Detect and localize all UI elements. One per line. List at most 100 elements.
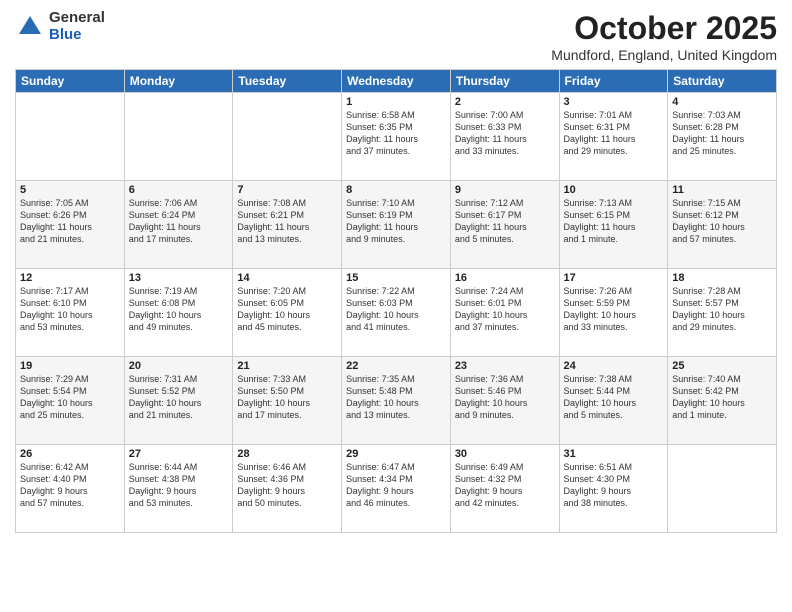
day-info: Sunrise: 7:03 AM Sunset: 6:28 PM Dayligh… bbox=[672, 109, 772, 158]
day-info: Sunrise: 7:05 AM Sunset: 6:26 PM Dayligh… bbox=[20, 197, 120, 246]
day-info: Sunrise: 6:44 AM Sunset: 4:38 PM Dayligh… bbox=[129, 461, 229, 510]
day-number: 22 bbox=[346, 360, 446, 372]
day-number: 26 bbox=[20, 448, 120, 460]
table-row: 9Sunrise: 7:12 AM Sunset: 6:17 PM Daylig… bbox=[450, 181, 559, 269]
day-number: 3 bbox=[564, 96, 664, 108]
col-saturday: Saturday bbox=[668, 70, 777, 93]
col-monday: Monday bbox=[124, 70, 233, 93]
table-row: 3Sunrise: 7:01 AM Sunset: 6:31 PM Daylig… bbox=[559, 93, 668, 181]
table-row: 26Sunrise: 6:42 AM Sunset: 4:40 PM Dayli… bbox=[16, 445, 125, 533]
table-row: 10Sunrise: 7:13 AM Sunset: 6:15 PM Dayli… bbox=[559, 181, 668, 269]
table-row: 13Sunrise: 7:19 AM Sunset: 6:08 PM Dayli… bbox=[124, 269, 233, 357]
day-number: 14 bbox=[237, 272, 337, 284]
table-row: 5Sunrise: 7:05 AM Sunset: 6:26 PM Daylig… bbox=[16, 181, 125, 269]
day-info: Sunrise: 7:13 AM Sunset: 6:15 PM Dayligh… bbox=[564, 197, 664, 246]
table-row: 21Sunrise: 7:33 AM Sunset: 5:50 PM Dayli… bbox=[233, 357, 342, 445]
day-number: 19 bbox=[20, 360, 120, 372]
day-info: Sunrise: 7:01 AM Sunset: 6:31 PM Dayligh… bbox=[564, 109, 664, 158]
col-tuesday: Tuesday bbox=[233, 70, 342, 93]
day-number: 12 bbox=[20, 272, 120, 284]
table-row: 19Sunrise: 7:29 AM Sunset: 5:54 PM Dayli… bbox=[16, 357, 125, 445]
day-info: Sunrise: 7:31 AM Sunset: 5:52 PM Dayligh… bbox=[129, 373, 229, 422]
day-number: 20 bbox=[129, 360, 229, 372]
calendar-week-row: 12Sunrise: 7:17 AM Sunset: 6:10 PM Dayli… bbox=[16, 269, 777, 357]
table-row: 1Sunrise: 6:58 AM Sunset: 6:35 PM Daylig… bbox=[342, 93, 451, 181]
day-info: Sunrise: 7:26 AM Sunset: 5:59 PM Dayligh… bbox=[564, 285, 664, 334]
header: General Blue October 2025 Mundford, Engl… bbox=[15, 10, 777, 63]
table-row: 15Sunrise: 7:22 AM Sunset: 6:03 PM Dayli… bbox=[342, 269, 451, 357]
day-number: 24 bbox=[564, 360, 664, 372]
day-info: Sunrise: 7:08 AM Sunset: 6:21 PM Dayligh… bbox=[237, 197, 337, 246]
day-number: 28 bbox=[237, 448, 337, 460]
table-row bbox=[16, 93, 125, 181]
title-area: October 2025 Mundford, England, United K… bbox=[551, 10, 777, 63]
table-row: 31Sunrise: 6:51 AM Sunset: 4:30 PM Dayli… bbox=[559, 445, 668, 533]
logo-blue-text: Blue bbox=[49, 27, 105, 44]
table-row: 6Sunrise: 7:06 AM Sunset: 6:24 PM Daylig… bbox=[124, 181, 233, 269]
day-number: 29 bbox=[346, 448, 446, 460]
day-info: Sunrise: 7:19 AM Sunset: 6:08 PM Dayligh… bbox=[129, 285, 229, 334]
table-row: 8Sunrise: 7:10 AM Sunset: 6:19 PM Daylig… bbox=[342, 181, 451, 269]
table-row: 2Sunrise: 7:00 AM Sunset: 6:33 PM Daylig… bbox=[450, 93, 559, 181]
day-number: 30 bbox=[455, 448, 555, 460]
day-number: 18 bbox=[672, 272, 772, 284]
day-number: 16 bbox=[455, 272, 555, 284]
day-number: 31 bbox=[564, 448, 664, 460]
col-wednesday: Wednesday bbox=[342, 70, 451, 93]
table-row: 18Sunrise: 7:28 AM Sunset: 5:57 PM Dayli… bbox=[668, 269, 777, 357]
day-info: Sunrise: 7:12 AM Sunset: 6:17 PM Dayligh… bbox=[455, 197, 555, 246]
day-number: 11 bbox=[672, 184, 772, 196]
calendar-header-row: Sunday Monday Tuesday Wednesday Thursday… bbox=[16, 70, 777, 93]
month-title: October 2025 bbox=[551, 10, 777, 47]
logo-icon bbox=[15, 12, 45, 42]
day-number: 13 bbox=[129, 272, 229, 284]
day-info: Sunrise: 7:40 AM Sunset: 5:42 PM Dayligh… bbox=[672, 373, 772, 422]
table-row: 20Sunrise: 7:31 AM Sunset: 5:52 PM Dayli… bbox=[124, 357, 233, 445]
day-number: 15 bbox=[346, 272, 446, 284]
day-info: Sunrise: 6:46 AM Sunset: 4:36 PM Dayligh… bbox=[237, 461, 337, 510]
table-row bbox=[668, 445, 777, 533]
day-number: 2 bbox=[455, 96, 555, 108]
table-row: 28Sunrise: 6:46 AM Sunset: 4:36 PM Dayli… bbox=[233, 445, 342, 533]
day-number: 1 bbox=[346, 96, 446, 108]
day-number: 5 bbox=[20, 184, 120, 196]
day-info: Sunrise: 7:22 AM Sunset: 6:03 PM Dayligh… bbox=[346, 285, 446, 334]
day-info: Sunrise: 7:28 AM Sunset: 5:57 PM Dayligh… bbox=[672, 285, 772, 334]
calendar-week-row: 26Sunrise: 6:42 AM Sunset: 4:40 PM Dayli… bbox=[16, 445, 777, 533]
table-row: 7Sunrise: 7:08 AM Sunset: 6:21 PM Daylig… bbox=[233, 181, 342, 269]
day-info: Sunrise: 7:29 AM Sunset: 5:54 PM Dayligh… bbox=[20, 373, 120, 422]
page: General Blue October 2025 Mundford, Engl… bbox=[0, 0, 792, 612]
calendar: Sunday Monday Tuesday Wednesday Thursday… bbox=[15, 69, 777, 533]
calendar-week-row: 19Sunrise: 7:29 AM Sunset: 5:54 PM Dayli… bbox=[16, 357, 777, 445]
table-row: 11Sunrise: 7:15 AM Sunset: 6:12 PM Dayli… bbox=[668, 181, 777, 269]
day-info: Sunrise: 6:49 AM Sunset: 4:32 PM Dayligh… bbox=[455, 461, 555, 510]
table-row: 29Sunrise: 6:47 AM Sunset: 4:34 PM Dayli… bbox=[342, 445, 451, 533]
table-row: 24Sunrise: 7:38 AM Sunset: 5:44 PM Dayli… bbox=[559, 357, 668, 445]
day-number: 17 bbox=[564, 272, 664, 284]
day-number: 6 bbox=[129, 184, 229, 196]
day-info: Sunrise: 7:35 AM Sunset: 5:48 PM Dayligh… bbox=[346, 373, 446, 422]
day-number: 4 bbox=[672, 96, 772, 108]
day-info: Sunrise: 6:42 AM Sunset: 4:40 PM Dayligh… bbox=[20, 461, 120, 510]
logo-text: General Blue bbox=[49, 10, 105, 43]
table-row: 25Sunrise: 7:40 AM Sunset: 5:42 PM Dayli… bbox=[668, 357, 777, 445]
day-number: 9 bbox=[455, 184, 555, 196]
day-info: Sunrise: 7:24 AM Sunset: 6:01 PM Dayligh… bbox=[455, 285, 555, 334]
day-info: Sunrise: 6:58 AM Sunset: 6:35 PM Dayligh… bbox=[346, 109, 446, 158]
day-info: Sunrise: 7:10 AM Sunset: 6:19 PM Dayligh… bbox=[346, 197, 446, 246]
calendar-week-row: 1Sunrise: 6:58 AM Sunset: 6:35 PM Daylig… bbox=[16, 93, 777, 181]
logo: General Blue bbox=[15, 10, 105, 43]
table-row: 16Sunrise: 7:24 AM Sunset: 6:01 PM Dayli… bbox=[450, 269, 559, 357]
table-row bbox=[124, 93, 233, 181]
day-info: Sunrise: 7:36 AM Sunset: 5:46 PM Dayligh… bbox=[455, 373, 555, 422]
table-row: 12Sunrise: 7:17 AM Sunset: 6:10 PM Dayli… bbox=[16, 269, 125, 357]
table-row: 17Sunrise: 7:26 AM Sunset: 5:59 PM Dayli… bbox=[559, 269, 668, 357]
table-row: 4Sunrise: 7:03 AM Sunset: 6:28 PM Daylig… bbox=[668, 93, 777, 181]
col-thursday: Thursday bbox=[450, 70, 559, 93]
day-number: 25 bbox=[672, 360, 772, 372]
table-row: 23Sunrise: 7:36 AM Sunset: 5:46 PM Dayli… bbox=[450, 357, 559, 445]
calendar-week-row: 5Sunrise: 7:05 AM Sunset: 6:26 PM Daylig… bbox=[16, 181, 777, 269]
table-row bbox=[233, 93, 342, 181]
day-number: 21 bbox=[237, 360, 337, 372]
day-number: 27 bbox=[129, 448, 229, 460]
